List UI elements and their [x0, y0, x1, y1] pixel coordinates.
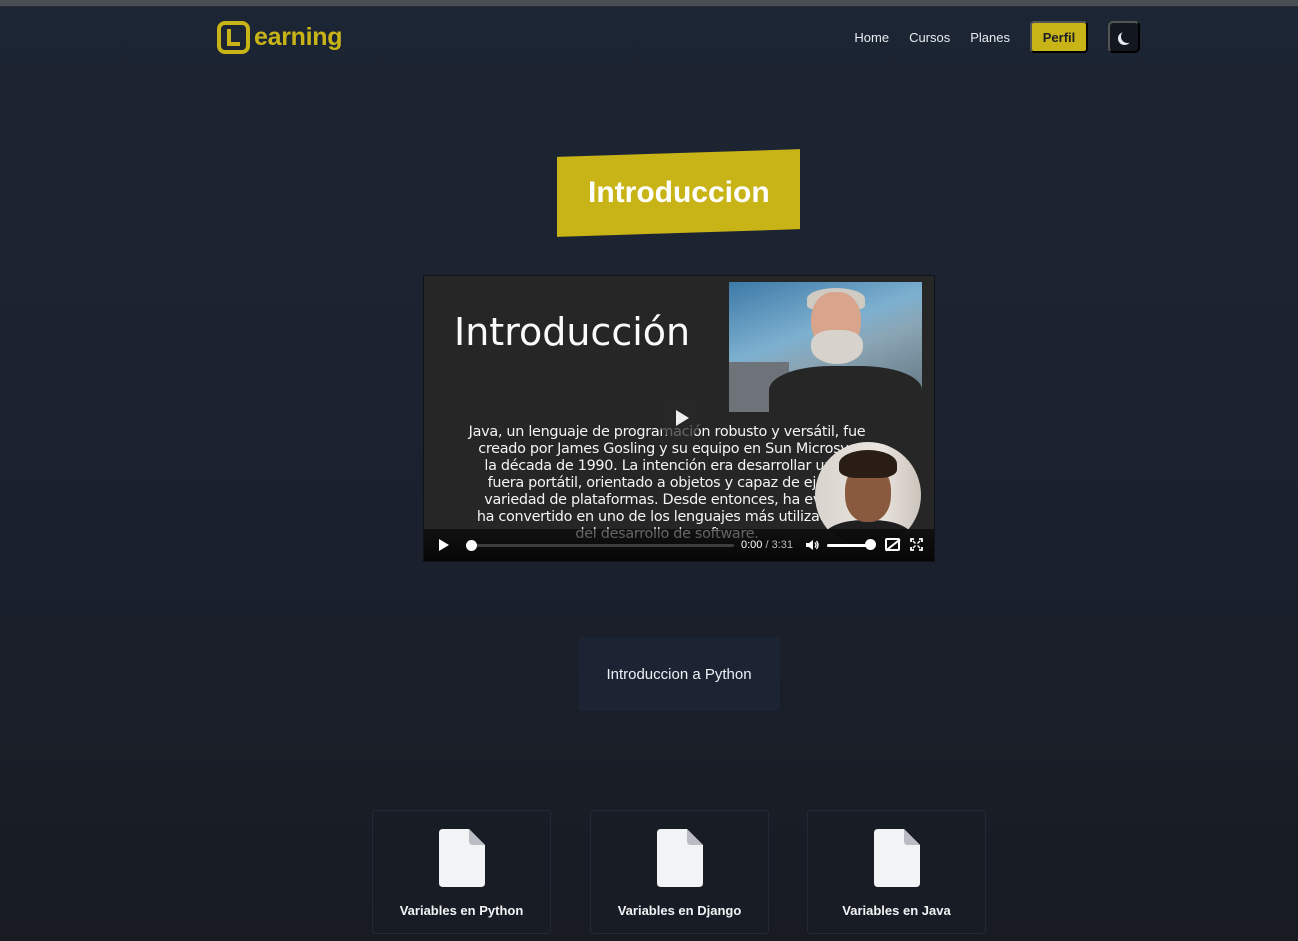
volume-knob[interactable] — [865, 539, 876, 550]
page-title: Introduccion — [587, 176, 770, 209]
resource-card[interactable]: Variables en Django — [590, 810, 769, 934]
theme-toggle-button[interactable] — [1108, 21, 1140, 53]
volume-icon[interactable] — [805, 538, 819, 552]
navbar: earning Home Cursos Planes Perfil — [217, 20, 1140, 54]
slide-photo — [729, 282, 922, 412]
resource-card-label: Variables en Django — [617, 903, 742, 918]
progress-knob[interactable] — [466, 540, 477, 551]
logo[interactable]: earning — [217, 20, 343, 54]
perfil-button[interactable]: Perfil — [1030, 21, 1088, 53]
document-icon — [657, 829, 703, 887]
time-display: 0:00 / 3:31 — [741, 539, 794, 551]
document-icon — [439, 829, 485, 887]
logo-l-icon — [217, 20, 250, 54]
resource-card-label: Variables en Python — [399, 903, 524, 918]
nav-link-home[interactable]: Home — [854, 30, 889, 45]
lesson-button[interactable]: Introduccion a Python — [578, 637, 780, 711]
resource-card-label: Variables en Java — [842, 903, 951, 918]
nav-link-planes[interactable]: Planes — [970, 30, 1010, 45]
document-icon — [874, 829, 920, 887]
page-title-banner: Introduccion — [557, 149, 800, 237]
big-play-icon[interactable] — [658, 396, 702, 440]
play-icon[interactable] — [439, 539, 449, 551]
nav-links: Home Cursos Planes Perfil — [854, 20, 1140, 54]
fullscreen-icon[interactable] — [910, 538, 923, 551]
current-time: 0:00 — [741, 539, 763, 551]
progress-bar[interactable] — [466, 540, 734, 551]
video-player[interactable]: Introducción Java, un lenguaje de progra… — [423, 275, 935, 562]
slide-title: Introducción — [454, 310, 691, 354]
logo-text: earning — [254, 22, 343, 51]
duration: 3:31 — [771, 539, 794, 551]
nav-link-cursos[interactable]: Cursos — [909, 30, 950, 45]
video-controls: 0:00 / 3:31 — [424, 529, 934, 561]
moon-icon — [1121, 30, 1134, 43]
no-captions-icon[interactable] — [885, 538, 900, 551]
browser-top-strip — [0, 0, 1298, 7]
resource-card[interactable]: Variables en Python — [372, 810, 551, 934]
resource-card[interactable]: Variables en Java — [807, 810, 986, 934]
